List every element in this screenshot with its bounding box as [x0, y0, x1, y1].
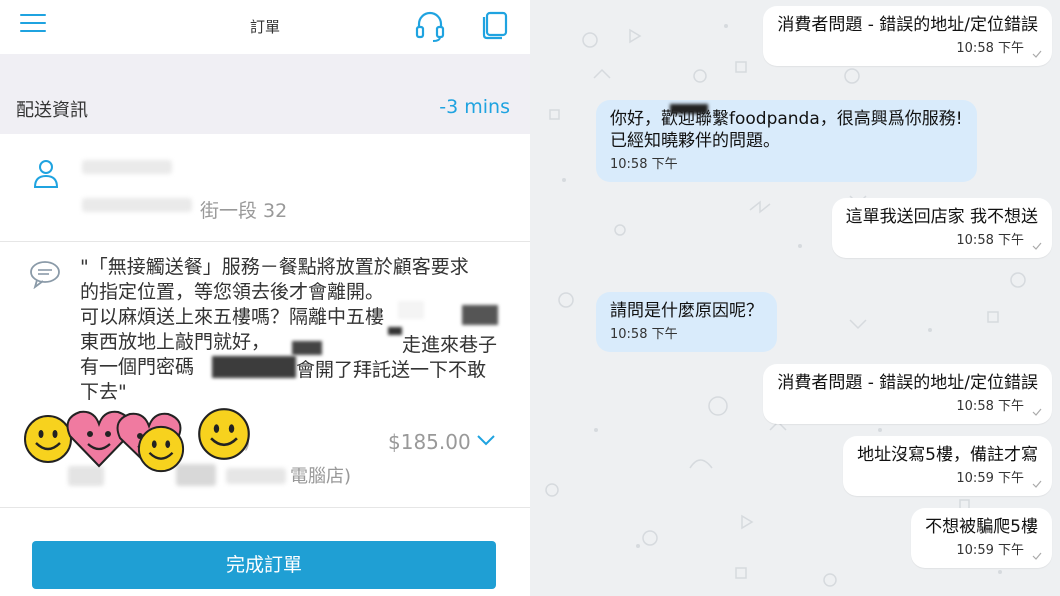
check-icon — [1032, 552, 1042, 560]
headset-icon[interactable] — [414, 10, 446, 42]
notes-line: "「無接觸送餐」服務－餐點將放置於顧客要求 — [80, 256, 469, 278]
smiley-sticker-icon — [137, 425, 185, 473]
check-icon — [1032, 50, 1042, 58]
message-time: 10:58 下午 — [956, 41, 1024, 56]
person-icon — [33, 160, 59, 188]
chevron-down-icon[interactable] — [476, 432, 496, 448]
page-title: 訂單 — [249, 18, 280, 36]
message-time: 10:58 下午 — [610, 157, 678, 172]
redaction — [212, 356, 296, 378]
item-price: $185.00 — [388, 430, 471, 454]
message-time: 10:59 下午 — [956, 543, 1024, 558]
chat-message-outgoing: 這單我送回店家 我不想送 10:58 下午 — [831, 198, 1052, 258]
message-time: 10:58 下午 — [956, 233, 1024, 248]
check-icon — [1032, 408, 1042, 416]
check-icon — [1032, 480, 1042, 488]
message-time: 10:59 下午 — [956, 471, 1024, 486]
shop-name: 電腦店) — [290, 466, 352, 487]
redaction — [388, 327, 402, 335]
document-icon[interactable] — [480, 10, 510, 40]
notes-line: 可以麻煩送上來五樓嗎？隔離中五樓 — [80, 306, 385, 328]
customer-info[interactable]: 街一段 32 — [0, 134, 530, 242]
chat-message-outgoing: 消費者問題 - 錯誤的地址/定位錯誤 10:58 下午 — [763, 364, 1052, 424]
redaction — [398, 301, 424, 319]
chat-message-outgoing: 地址沒寫5樓，備註才寫 10:59 下午 — [843, 436, 1052, 496]
redaction — [670, 104, 708, 114]
eta-value: -3 mins — [439, 96, 510, 118]
redacted-item — [226, 468, 286, 484]
check-icon — [1032, 242, 1042, 250]
redaction — [462, 305, 498, 325]
customer-address: 街一段 32 — [200, 200, 288, 222]
message-time: 10:58 下午 — [956, 399, 1024, 414]
chat-message-outgoing: 消費者問題 - 錯誤的地址/定位錯誤 10:58 下午 — [763, 6, 1052, 66]
complete-order-button[interactable]: 完成訂單 — [32, 541, 496, 589]
speech-bubble-icon — [30, 261, 60, 289]
order-screen: 訂單 配送資訊 -3 mins 街一段 32 "「無接觸送餐」服務－餐點將放置於… — [0, 0, 530, 596]
smiley-sticker-icon — [198, 408, 250, 460]
notes-line: 的指定位置，等您領去後才會離開。 — [80, 281, 385, 303]
message-time: 10:58 下午 — [610, 327, 678, 342]
section-label: 配送資訊 — [16, 100, 88, 121]
redaction — [292, 341, 322, 355]
redacted-address — [82, 198, 192, 212]
support-chat: 消費者問題 - 錯誤的地址/定位錯誤 10:58 下午 你好，歡迎聯繫foodp… — [530, 0, 1060, 596]
delivery-notes: "「無接觸送餐」服務－餐點將放置於顧客要求 的指定位置，等您領去後才會離開。 可… — [0, 243, 530, 409]
delivery-info-header: 配送資訊 -3 mins — [0, 54, 530, 134]
chat-message-incoming: 請問是什麼原因呢？ 10:58 下午 — [596, 292, 777, 352]
chat-message-outgoing: 不想被騙爬5樓 10:59 下午 — [911, 508, 1052, 568]
chat-message-incoming: 你好，歡迎聯繫foodpanda，很高興爲你服務! 已經知曉夥伴的問題。 10:… — [596, 100, 977, 182]
notes-fragment: 走進來巷子 — [402, 334, 498, 356]
notes-fragment: 會開了拜託送一下不敢 — [296, 359, 487, 381]
redacted-name — [82, 160, 172, 174]
notes-line: 下去" — [80, 381, 127, 403]
top-bar: 訂單 — [0, 0, 530, 54]
